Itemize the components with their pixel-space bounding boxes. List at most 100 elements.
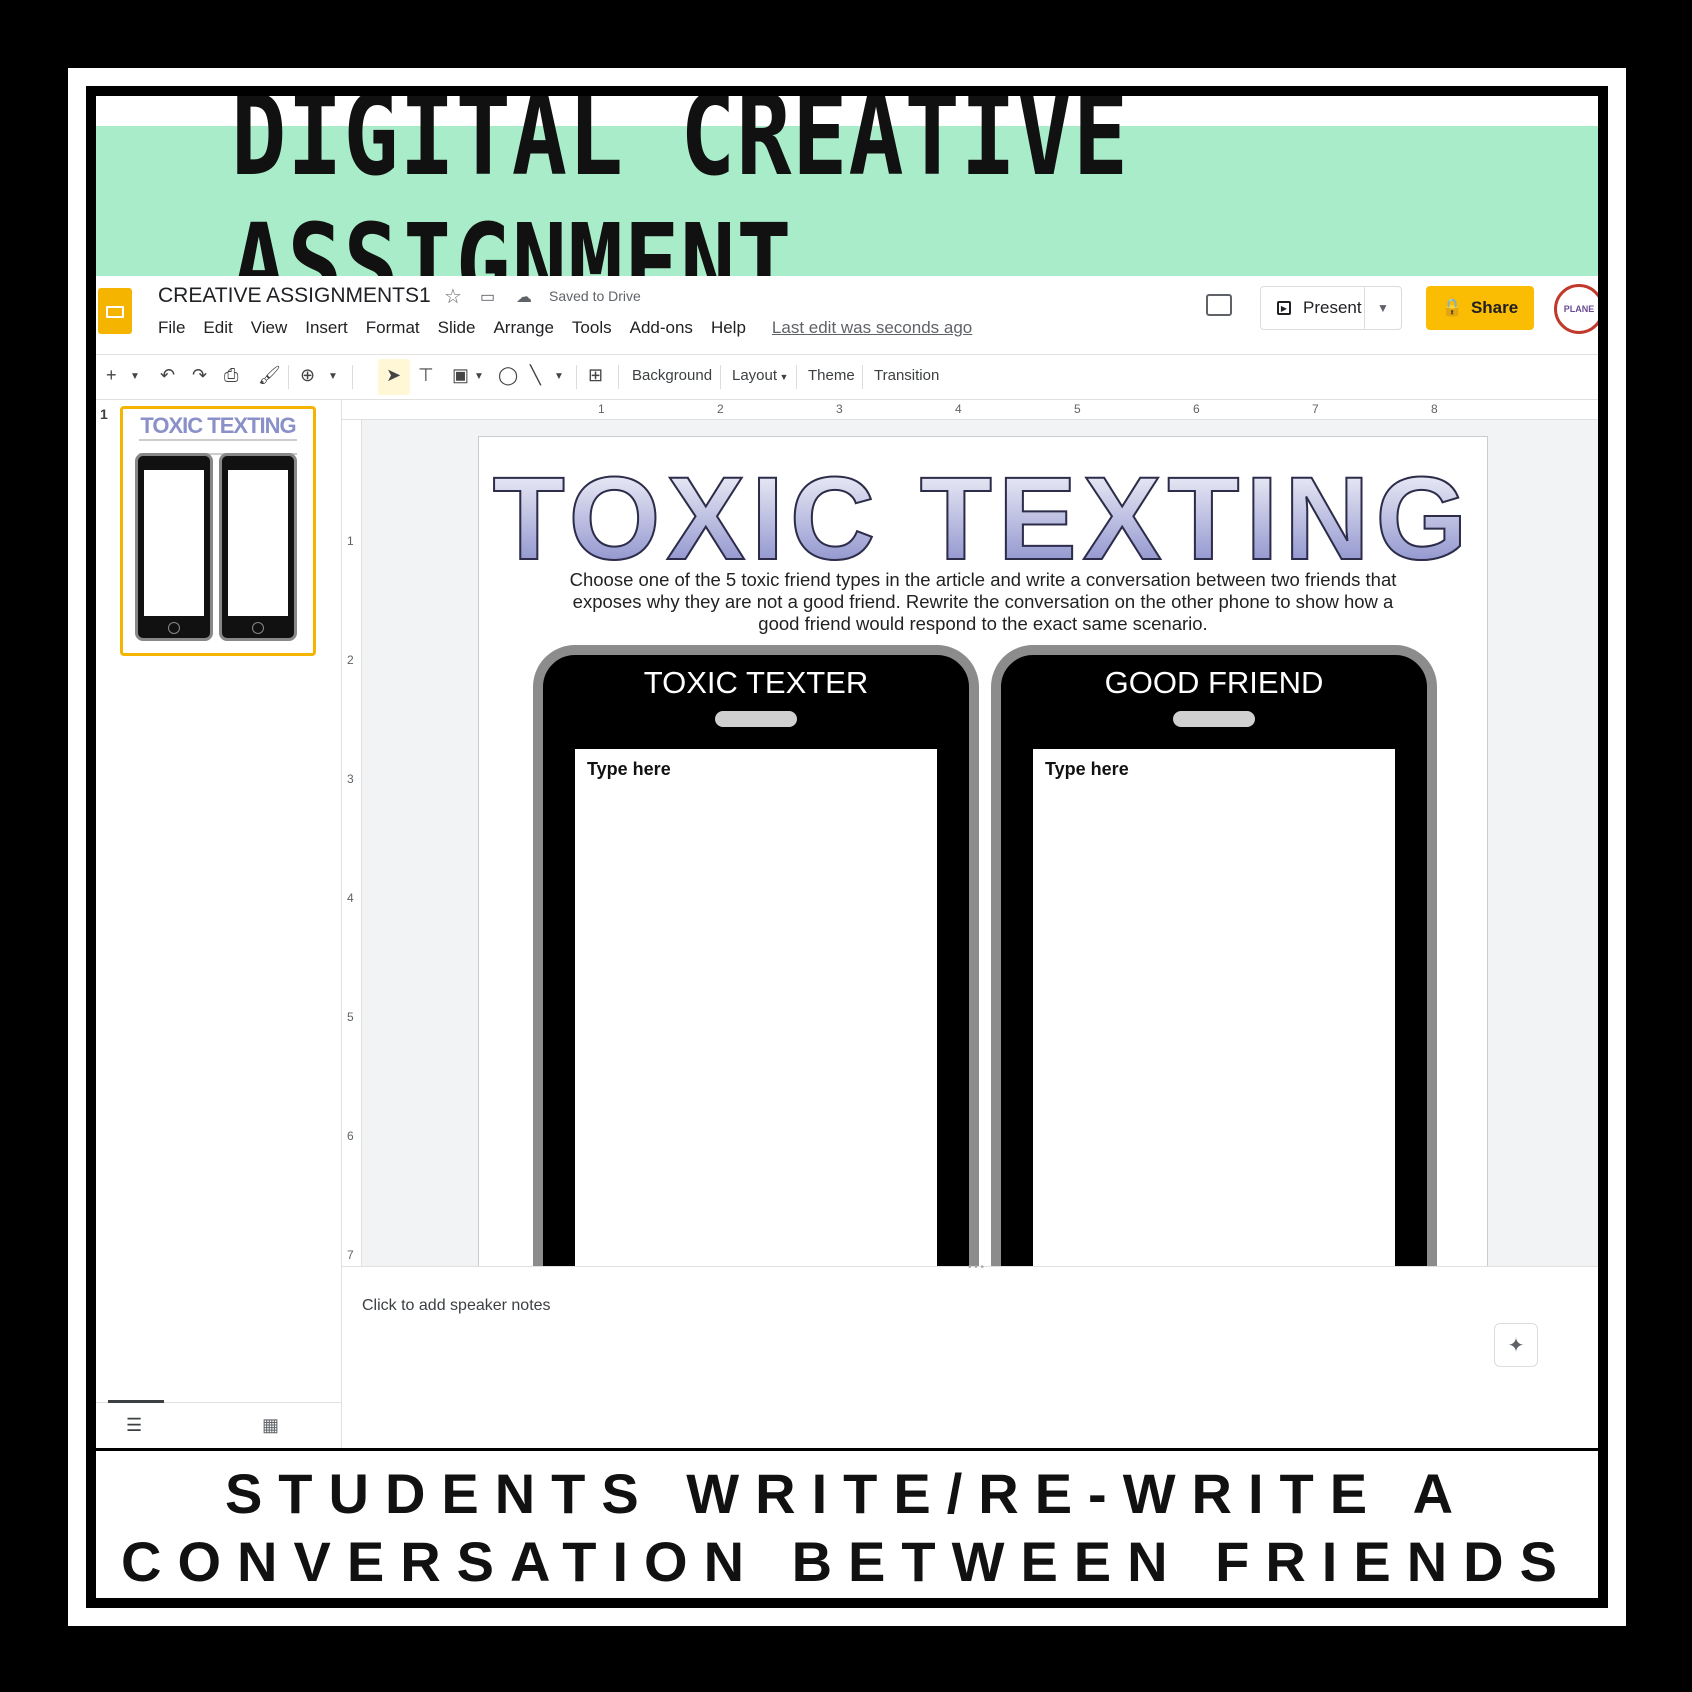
menu-arrange[interactable]: Arrange — [493, 318, 553, 338]
toolbar-divider — [576, 365, 577, 389]
slide-instructions[interactable]: Choose one of the 5 toxic friend types i… — [553, 569, 1413, 635]
phone-screen[interactable]: Type here — [1033, 749, 1395, 1266]
ruler-tick-label: 3 — [836, 402, 843, 416]
horizontal-ruler: 1 2 3 4 5 6 7 8 — [342, 400, 1598, 420]
caption-divider — [96, 1448, 1598, 1451]
menu-view[interactable]: View — [251, 318, 288, 338]
menu-add-ons[interactable]: Add-ons — [630, 318, 693, 338]
toolbar-divider — [352, 365, 353, 389]
slide-canvas: 1 2 3 4 5 6 7 8 1 2 3 4 5 6 7 TOXIC TEXT… — [342, 400, 1598, 1266]
menu-tools[interactable]: Tools — [572, 318, 612, 338]
zoom-dropdown-icon[interactable]: ▼ — [328, 371, 338, 382]
ruler-tick-label: 2 — [347, 653, 354, 667]
share-button[interactable]: 🔒 Share — [1426, 286, 1534, 330]
phone-label: TOXIC TEXTER — [643, 665, 869, 700]
ruler-tick-label: 5 — [347, 1010, 354, 1024]
toolbar-divider — [720, 365, 721, 389]
layout-label: Layout — [732, 367, 778, 384]
share-label: Share — [1470, 298, 1519, 317]
slide-title[interactable]: TOXIC TEXTING — [479, 451, 1487, 587]
title-bar: CREATIVE ASSIGNMENTS1 ☆ ▭ ☁ Saved to Dri… — [96, 276, 1598, 354]
phone-screen[interactable]: Type here — [575, 749, 937, 1266]
theme-button[interactable]: Theme — [808, 367, 855, 384]
phone-good-friend: GOOD FRIEND Type here — [991, 645, 1437, 1266]
cloud-saved-icon: ☁ — [516, 289, 532, 306]
star-icon[interactable]: ☆ — [444, 284, 462, 309]
type-here-textbox[interactable]: Type here — [1045, 759, 1129, 780]
speaker-notes-field[interactable]: Click to add speaker notes — [362, 1297, 551, 1315]
menu-file[interactable]: File — [158, 318, 185, 338]
vertical-ruler: 1 2 3 4 5 6 7 — [342, 420, 362, 1266]
layout-dropdown-icon: ▼ — [777, 372, 789, 382]
type-here-textbox[interactable]: Type here — [587, 759, 671, 780]
print-icon[interactable]: ⎙ — [224, 365, 238, 386]
toolbar-divider — [862, 365, 863, 389]
active-view-indicator — [108, 1400, 164, 1403]
zoom-icon[interactable]: ⊕ — [300, 365, 315, 386]
new-slide-dropdown-icon[interactable]: ▼ — [130, 371, 140, 382]
text-box-icon[interactable]: ⊤ — [418, 365, 434, 386]
grid-view-icon[interactable]: ▦ — [262, 1415, 279, 1436]
transition-button[interactable]: Transition — [874, 367, 939, 384]
ruler-tick-label: 6 — [1193, 402, 1200, 416]
ruler-tick-label: 3 — [347, 772, 354, 786]
caption-line-2: CONVERSATION BETWEEN FRIENDS — [121, 1530, 1573, 1593]
filmstrip-view-icon[interactable]: ☰ — [126, 1415, 142, 1436]
banner-title: DIGITAL CREATIVE ASSIGNMENT — [231, 96, 1129, 331]
layout-button[interactable]: Layout ▼ — [732, 367, 788, 384]
comment-history-icon[interactable] — [1206, 294, 1232, 316]
last-edit-link[interactable]: Last edit was seconds ago — [772, 318, 972, 338]
phone-speaker — [1173, 711, 1255, 727]
resize-handle-icon[interactable]: • • • — [968, 1262, 984, 1273]
speaker-notes-panel: • • • Click to add speaker notes ✦ — [342, 1262, 1598, 1450]
move-folder-icon[interactable]: ▭ — [480, 287, 495, 307]
present-play-icon: ▶ — [1277, 301, 1291, 315]
document-title[interactable]: CREATIVE ASSIGNMENTS1 — [158, 284, 431, 308]
undo-icon[interactable]: ↶ — [160, 365, 175, 386]
add-comment-icon[interactable]: ⊞ — [588, 365, 603, 386]
explore-icon[interactable]: ✦ — [1494, 1323, 1538, 1367]
filmstrip-view-tabs: ☰ ▦ — [96, 1400, 342, 1450]
slide-filmstrip: 1 TOXIC TEXTING ☰ ▦ — [96, 400, 342, 1450]
image-dropdown-icon[interactable]: ▼ — [474, 371, 484, 382]
poster: DIGITAL CREATIVE ASSIGNMENT CREATIVE ASS… — [96, 96, 1598, 1598]
toolbar: + ▼ ↶ ↷ ⎙ 🖌 ⊕ ▼ ➤ ⊤ ▣ ▼ ◯ ╲ ▼ ⊞ Backgrou… — [96, 354, 1598, 400]
menu-insert[interactable]: Insert — [305, 318, 348, 338]
background-button[interactable]: Background — [632, 367, 712, 384]
select-cursor-icon[interactable]: ➤ — [386, 365, 401, 386]
present-button[interactable]: ▶ Present ▼ — [1260, 286, 1402, 330]
present-dropdown-icon[interactable]: ▼ — [1365, 301, 1401, 315]
slides-logo-icon[interactable] — [98, 288, 132, 334]
avatar[interactable]: PLANE — [1554, 284, 1598, 334]
menu-format[interactable]: Format — [366, 318, 420, 338]
slide-thumbnail[interactable]: TOXIC TEXTING — [120, 406, 316, 656]
caption: STUDENTS WRITE/RE-WRITE A CONVERSATION B… — [96, 1458, 1598, 1598]
ruler-tick-label: 5 — [1074, 402, 1081, 416]
thumbnail-phone-left — [135, 453, 213, 641]
image-icon[interactable]: ▣ — [452, 365, 469, 386]
redo-icon[interactable]: ↷ — [192, 365, 207, 386]
ruler-tick-label: 1 — [347, 534, 354, 548]
slides-app-window: CREATIVE ASSIGNMENTS1 ☆ ▭ ☁ Saved to Dri… — [96, 276, 1598, 1450]
line-dropdown-icon[interactable]: ▼ — [554, 371, 564, 382]
present-main[interactable]: ▶ Present — [1261, 287, 1365, 329]
thumbnail-phone-right — [219, 453, 297, 641]
menu-help[interactable]: Help — [711, 318, 746, 338]
lock-icon: 🔒 — [1441, 298, 1463, 317]
thumbnail-title: TOXIC TEXTING — [140, 413, 296, 438]
toolbar-divider — [618, 365, 619, 389]
paint-format-icon[interactable]: 🖌 — [258, 365, 281, 386]
menu-edit[interactable]: Edit — [203, 318, 232, 338]
menu-slide[interactable]: Slide — [438, 318, 476, 338]
new-slide-icon[interactable]: + — [106, 365, 117, 386]
menu-bar: File Edit View Insert Format Slide Arran… — [158, 318, 972, 338]
toolbar-divider — [796, 365, 797, 389]
saved-status: Saved to Drive — [549, 288, 641, 304]
shape-icon[interactable]: ◯ — [498, 365, 518, 386]
line-icon[interactable]: ╲ — [530, 365, 541, 386]
title-banner: DIGITAL CREATIVE ASSIGNMENT — [96, 96, 1598, 331]
slide[interactable]: TOXIC TEXTING Choose one of the 5 toxic … — [478, 436, 1488, 1266]
ruler-tick-label: 8 — [1431, 402, 1438, 416]
ruler-tick-label: 7 — [347, 1248, 354, 1262]
ruler-tick-label: 2 — [717, 402, 724, 416]
